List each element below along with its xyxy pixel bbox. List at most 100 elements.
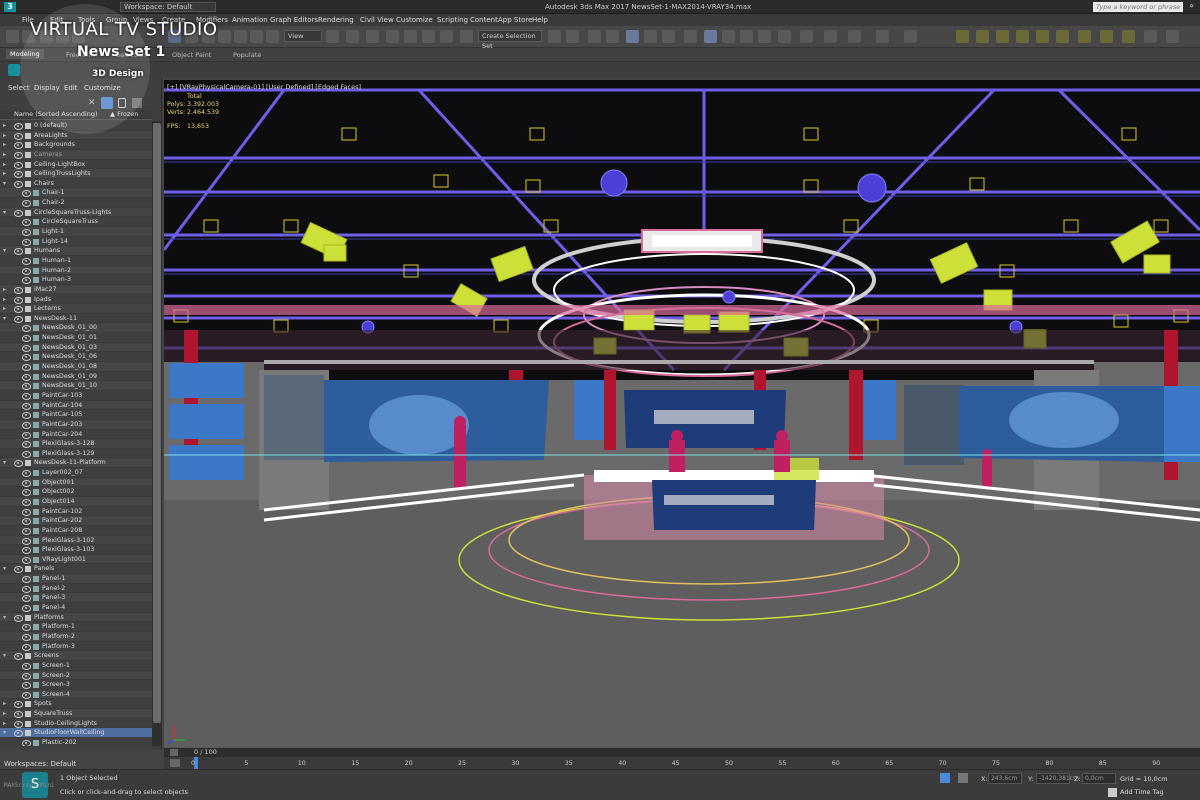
visibility-eye-icon[interactable] — [22, 392, 31, 400]
vray-sun-icon[interactable] — [904, 30, 917, 43]
visibility-eye-icon[interactable] — [22, 354, 31, 362]
visibility-eye-icon[interactable] — [14, 730, 23, 738]
undo-icon[interactable] — [6, 30, 19, 43]
expand-arrow-icon[interactable]: ▸ — [3, 295, 6, 305]
vray-sun-light-icon[interactable] — [1056, 30, 1069, 43]
scene-tree-row[interactable]: Chair-2 — [0, 198, 152, 208]
vray-proxy-icon[interactable] — [956, 30, 969, 43]
vray-ies-icon[interactable] — [876, 30, 889, 43]
scene-explorer-toggle-icon[interactable] — [588, 30, 601, 43]
visibility-eye-icon[interactable] — [14, 248, 23, 256]
visibility-eye-icon[interactable] — [14, 123, 23, 130]
scene-tree-row[interactable]: Panel-4 — [0, 603, 152, 613]
visibility-eye-icon[interactable] — [22, 229, 31, 237]
expand-arrow-icon[interactable]: ▸ — [3, 160, 6, 170]
track-bar[interactable]: 0 5 10 15 20 25 30 35 40 45 50 55 60 65 70 75 80 85 90 — [164, 757, 1200, 769]
visibility-eye-icon[interactable] — [22, 624, 31, 632]
scene-tree-row[interactable]: Screen-2 — [0, 670, 152, 681]
visibility-eye-icon[interactable] — [22, 219, 31, 227]
menu-select[interactable]: Select — [8, 84, 30, 92]
selection-lock-icon[interactable] — [958, 773, 968, 783]
selection-set-dropdown[interactable]: Create Selection Set — [478, 30, 542, 50]
scene-tree-row[interactable]: NewsDesk_01_09 — [0, 372, 152, 382]
visibility-eye-icon[interactable] — [14, 142, 23, 150]
x-coordinate-field[interactable]: 243,6cm — [988, 773, 1022, 784]
scene-tree-row[interactable]: Plastic-202 — [0, 738, 152, 746]
scene-tree-row[interactable]: ▸ Lecterns — [0, 304, 152, 314]
scene-tree-row[interactable]: PaintCar-204 — [0, 430, 152, 440]
visibility-eye-icon[interactable] — [22, 325, 31, 333]
collapse-arrow-icon[interactable]: ▾ — [3, 179, 6, 189]
menu-modifiers[interactable]: Modifiers — [196, 16, 228, 24]
visibility-eye-icon[interactable] — [22, 344, 31, 352]
snap-toggle-icon[interactable] — [386, 30, 399, 43]
scene-tree-row[interactable]: PaintCar-202 — [0, 516, 152, 526]
visibility-eye-icon[interactable] — [14, 161, 23, 169]
scene-tree-row[interactable]: Light-14 — [0, 237, 152, 247]
menu-edit[interactable]: Edit — [50, 16, 64, 24]
lock-icon[interactable] — [118, 98, 126, 108]
scene-tree-row[interactable]: PaintCar-102 — [0, 507, 152, 517]
scene-tree-row[interactable]: PaintCar-203 — [0, 419, 152, 430]
scene-explorer-scrollbar[interactable] — [152, 121, 162, 746]
workspace-dropdown[interactable]: Workspace: Default — [120, 2, 216, 12]
scene-tree-row[interactable]: ▾ StudioFloorWallCeiling — [0, 728, 152, 738]
collapse-arrow-icon[interactable]: ▾ — [3, 208, 6, 218]
bind-icon[interactable] — [72, 30, 85, 43]
time-slider[interactable]: 0 / 100 — [164, 747, 1200, 757]
scene-tree-row[interactable]: Object002 — [0, 487, 152, 497]
collapse-arrow-icon[interactable]: ▾ — [3, 246, 6, 256]
collapse-arrow-icon[interactable]: ▾ — [3, 564, 6, 574]
visibility-eye-icon[interactable] — [14, 171, 23, 179]
tab-selection[interactable]: Selection — [116, 51, 146, 59]
redo-icon[interactable] — [22, 30, 35, 43]
collapse-arrow-icon[interactable]: ▾ — [3, 458, 6, 468]
curve-editor-icon[interactable] — [644, 30, 657, 43]
scene-tree-row[interactable]: Platform-3 — [0, 642, 152, 652]
scene-tree-row[interactable]: ▸ Ipads — [0, 295, 152, 305]
visibility-eye-icon[interactable] — [22, 576, 31, 584]
expand-arrow-icon[interactable]: ▸ — [3, 304, 6, 314]
menu-customize[interactable]: Customize — [84, 84, 121, 92]
vray-light-lister-icon[interactable] — [1122, 30, 1135, 43]
render-activeshade-icon[interactable] — [778, 30, 791, 43]
visibility-eye-icon[interactable] — [22, 633, 31, 641]
tab-freeform[interactable]: Freeform — [66, 51, 95, 59]
time-tag-icon[interactable] — [1108, 788, 1117, 797]
scene-tree-row[interactable]: Object001 — [0, 477, 152, 488]
visibility-eye-icon[interactable] — [22, 479, 31, 487]
expand-arrow-icon[interactable]: ▸ — [3, 709, 6, 719]
visibility-eye-icon[interactable] — [22, 257, 31, 265]
visibility-eye-icon[interactable] — [22, 585, 31, 593]
vray-scene-converter-icon[interactable] — [1144, 30, 1157, 43]
visibility-eye-icon[interactable] — [14, 460, 23, 468]
menu-graph-editors[interactable]: Graph Editors — [270, 16, 318, 24]
options-icon[interactable] — [132, 98, 142, 108]
add-time-tag[interactable]: Add Time Tag — [1120, 788, 1164, 796]
visibility-eye-icon[interactable] — [14, 180, 23, 188]
visibility-eye-icon[interactable] — [22, 412, 31, 420]
mirror-icon[interactable] — [548, 30, 561, 43]
scene-tree-row[interactable]: PlexiGlass-3-103 — [0, 545, 152, 555]
keyboard-shortcut-icon[interactable] — [366, 30, 379, 43]
scene-tree-row[interactable]: NewsDesk_01_10 — [0, 381, 152, 391]
scene-tree-row[interactable]: CircleSquareTruss — [0, 217, 152, 228]
column-name[interactable]: Name (Sorted Ascending) — [14, 110, 98, 119]
scene-tree-row[interactable]: PlexiGlass-3-128 — [0, 439, 152, 449]
expand-arrow-icon[interactable]: ▸ — [3, 131, 6, 141]
scene-tree-row[interactable]: NewsDesk_01_01 — [0, 333, 152, 343]
visibility-eye-icon[interactable] — [22, 498, 31, 506]
scale-icon[interactable] — [266, 30, 279, 43]
pivot-icon[interactable] — [326, 30, 339, 43]
percent-snap-icon[interactable] — [422, 30, 435, 43]
scene-tree-row[interactable]: ▸ Ceiling-LightBox — [0, 160, 152, 170]
scene-tree-row[interactable]: Light-1 — [0, 227, 152, 237]
visibility-eye-icon[interactable] — [22, 277, 31, 285]
select-object-icon[interactable] — [168, 30, 181, 43]
visibility-eye-icon[interactable] — [22, 238, 31, 246]
scene-tree-row[interactable]: Panel-1 — [0, 574, 152, 584]
visibility-eye-icon[interactable] — [22, 402, 31, 410]
visibility-eye-icon[interactable] — [22, 267, 31, 275]
scene-tree-row[interactable]: ▾ Platforms — [0, 612, 152, 623]
menu-scripting[interactable]: Scripting — [437, 16, 468, 24]
